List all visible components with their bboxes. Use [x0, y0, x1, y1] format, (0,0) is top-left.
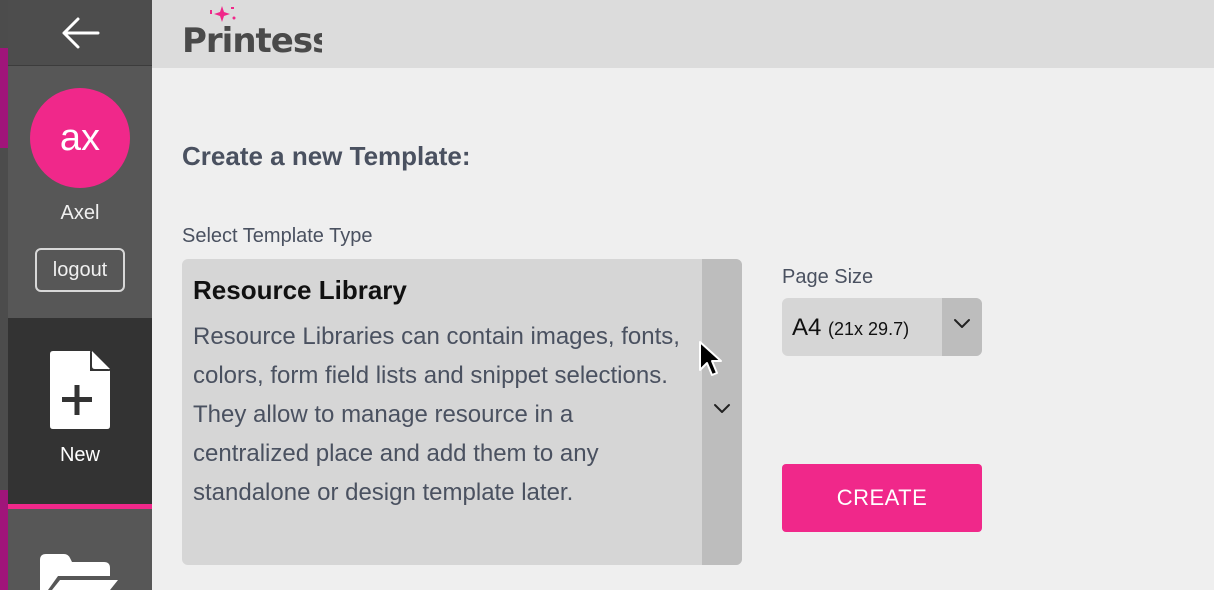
page-size-label: Page Size [782, 266, 874, 288]
template-type-select[interactable]: Resource Library Resource Libraries can … [182, 259, 742, 565]
page-title: Create a new Template: [182, 141, 471, 171]
sidebar-item-new-label: New [59, 444, 100, 466]
template-type-selected-description: Resource Libraries can contain images, f… [193, 323, 680, 506]
create-button[interactable]: CREATE [782, 464, 982, 532]
edge-accent-top [0, 48, 8, 148]
chevron-down-icon [954, 319, 970, 328]
edge-accent-bottom [0, 490, 8, 590]
sidebar: ax Axel logout New [8, 0, 152, 590]
template-type-selected-title: Resource Library [193, 275, 407, 305]
window-edge-strip [0, 0, 8, 590]
template-type-dropdown-toggle[interactable] [702, 259, 742, 565]
avatar[interactable]: ax [30, 88, 130, 188]
page-size-selected-value: A4 [792, 314, 822, 341]
logout-button[interactable]: logout [35, 248, 125, 292]
user-name: Axel [60, 202, 100, 224]
sidebar-item-new[interactable]: New [8, 318, 152, 504]
arrow-left-icon [62, 17, 100, 48]
page-size-dropdown-toggle[interactable] [942, 298, 982, 356]
page-size-value: A4 (21x 29.7) [792, 314, 909, 342]
chevron-down-icon [714, 404, 730, 413]
app-header: Printess [152, 0, 1214, 68]
page-size-select[interactable]: A4 (21x 29.7) [782, 298, 982, 356]
back-button[interactable] [8, 0, 152, 66]
mouse-pointer-icon [699, 341, 722, 376]
avatar-initials: ax [59, 116, 101, 159]
page-size-selected-detail: (21x 29.7) [828, 319, 910, 339]
printess-logo[interactable]: Printess [182, 4, 322, 56]
file-plus-icon [50, 351, 110, 429]
logo-wordmark: Printess [182, 21, 322, 56]
active-indicator [8, 504, 152, 509]
folder-icon[interactable] [38, 550, 122, 590]
template-type-label: Select Template Type [182, 225, 373, 247]
